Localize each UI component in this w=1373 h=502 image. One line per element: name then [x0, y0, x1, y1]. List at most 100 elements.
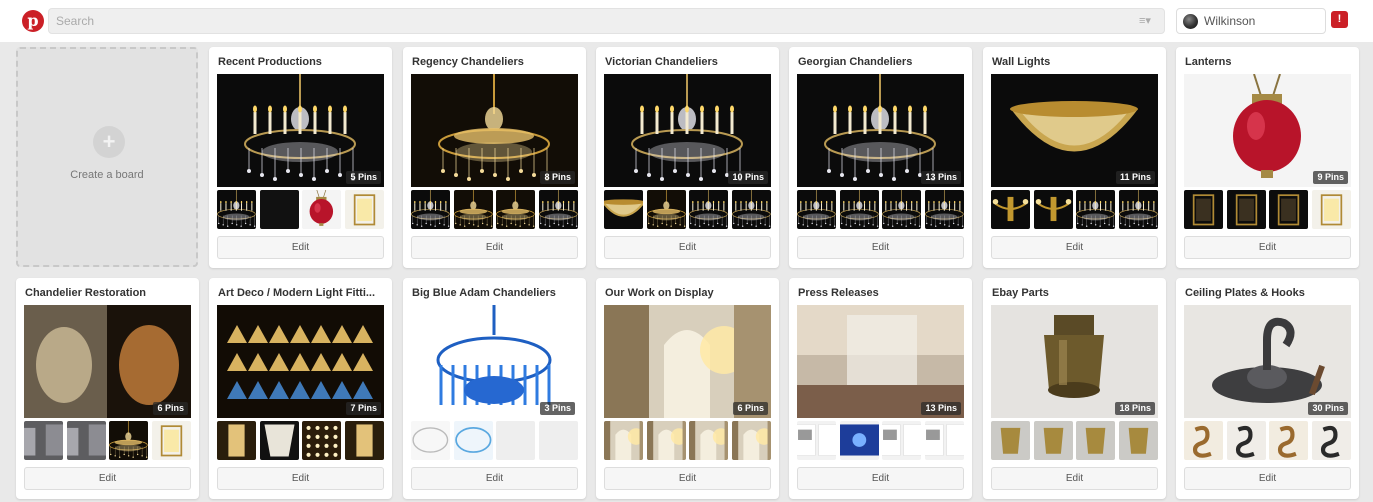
board-thumbnail[interactable]: [217, 190, 256, 229]
board-card[interactable]: Art Deco / Modern Light Fitti... 7 Pins Ed…: [209, 278, 392, 499]
board-thumbnail[interactable]: [924, 190, 964, 229]
board-thumbnail[interactable]: [1184, 421, 1223, 460]
board-cover-image[interactable]: 3 Pins: [411, 305, 578, 418]
edit-board-button[interactable]: Edit: [604, 236, 771, 259]
board-thumbnail[interactable]: [924, 421, 964, 460]
board-thumbnail[interactable]: [839, 421, 879, 460]
board-title[interactable]: Ceiling Plates & Hooks: [1185, 287, 1345, 299]
board-thumbnail[interactable]: [1118, 421, 1158, 460]
search-input[interactable]: [49, 9, 1119, 33]
board-thumbnail[interactable]: [1269, 190, 1309, 229]
edit-board-button[interactable]: Edit: [604, 467, 771, 490]
board-thumbnail[interactable]: [496, 190, 536, 229]
board-card[interactable]: Chandelier Restoration 6 Pins Edit: [16, 278, 199, 499]
board-title[interactable]: Lanterns: [1185, 56, 1345, 68]
board-thumbnail[interactable]: [689, 190, 729, 229]
board-thumbnail[interactable]: [344, 421, 384, 460]
board-title[interactable]: Art Deco / Modern Light Fitti...: [218, 287, 378, 299]
board-thumbnail[interactable]: [217, 421, 256, 460]
board-cover-image[interactable]: 10 Pins: [604, 74, 771, 187]
board-cover-image[interactable]: 11 Pins: [991, 74, 1158, 187]
board-thumbnail[interactable]: [604, 421, 643, 460]
board-thumbnail[interactable]: [839, 190, 879, 229]
board-card[interactable]: Lanterns 9 Pins Edit: [1176, 47, 1359, 268]
board-thumbnail[interactable]: [646, 190, 686, 229]
board-thumbnail[interactable]: [646, 421, 686, 460]
board-thumbnail[interactable]: [302, 190, 342, 229]
board-thumbnail[interactable]: [882, 421, 922, 460]
board-card[interactable]: Ebay Parts 18 Pins Edit: [983, 278, 1166, 499]
board-thumbnail[interactable]: [1076, 190, 1116, 229]
board-thumbnail[interactable]: [259, 421, 299, 460]
board-cover-image[interactable]: 6 Pins: [24, 305, 191, 418]
board-thumbnail[interactable]: [1311, 421, 1351, 460]
board-thumbnail[interactable]: [453, 421, 493, 460]
board-title[interactable]: Our Work on Display: [605, 287, 765, 299]
board-title[interactable]: Regency Chandeliers: [412, 56, 572, 68]
board-thumbnail[interactable]: [151, 421, 191, 460]
board-cover-image[interactable]: 5 Pins: [217, 74, 384, 187]
board-cover-image[interactable]: 18 Pins: [991, 305, 1158, 418]
edit-board-button[interactable]: Edit: [991, 236, 1158, 259]
board-thumbnail[interactable]: [109, 421, 149, 460]
board-title[interactable]: Press Releases: [798, 287, 958, 299]
board-thumbnail[interactable]: [411, 190, 450, 229]
board-title[interactable]: Georgian Chandeliers: [798, 56, 958, 68]
edit-board-button[interactable]: Edit: [1184, 467, 1351, 490]
board-thumbnail[interactable]: [302, 421, 342, 460]
pinterest-logo-icon[interactable]: p: [22, 10, 44, 32]
board-card[interactable]: Press Releases 13 Pins Edit: [789, 278, 972, 499]
board-thumbnail[interactable]: [604, 190, 643, 229]
board-thumbnail[interactable]: [882, 190, 922, 229]
edit-board-button[interactable]: Edit: [411, 467, 578, 490]
board-thumbnail[interactable]: [1184, 190, 1223, 229]
board-thumbnail[interactable]: [1311, 190, 1351, 229]
edit-board-button[interactable]: Edit: [1184, 236, 1351, 259]
board-thumbnail[interactable]: [538, 190, 578, 229]
board-thumbnail[interactable]: [1226, 421, 1266, 460]
board-thumbnail[interactable]: [66, 421, 106, 460]
board-cover-image[interactable]: 30 Pins: [1184, 305, 1351, 418]
board-cover-image[interactable]: 7 Pins: [217, 305, 384, 418]
board-cover-image[interactable]: 13 Pins: [797, 305, 964, 418]
board-card[interactable]: Recent Productions 5 Pins Edit: [209, 47, 392, 268]
board-card[interactable]: Victorian Chandeliers 10 Pins Edit: [596, 47, 779, 268]
edit-board-button[interactable]: Edit: [217, 236, 384, 259]
board-cover-image[interactable]: 9 Pins: [1184, 74, 1351, 187]
board-thumbnail[interactable]: [991, 421, 1030, 460]
edit-board-button[interactable]: Edit: [217, 467, 384, 490]
board-thumbnail[interactable]: [538, 421, 578, 460]
board-title[interactable]: Wall Lights: [992, 56, 1152, 68]
board-thumbnail[interactable]: [731, 190, 771, 229]
board-title[interactable]: Recent Productions: [218, 56, 378, 68]
board-card[interactable]: Ceiling Plates & Hooks 30 Pins Edit: [1176, 278, 1359, 499]
board-thumbnail[interactable]: [496, 421, 536, 460]
create-board-button[interactable]: + Create a board: [16, 47, 198, 267]
board-thumbnail[interactable]: [1118, 190, 1158, 229]
board-thumbnail[interactable]: [797, 421, 836, 460]
board-title[interactable]: Big Blue Adam Chandeliers: [412, 287, 572, 299]
menu-icon[interactable]: ≡▾: [1132, 14, 1158, 28]
board-thumbnail[interactable]: [1269, 421, 1309, 460]
board-title[interactable]: Chandelier Restoration: [25, 287, 185, 299]
edit-board-button[interactable]: Edit: [411, 236, 578, 259]
board-card[interactable]: Our Work on Display 6 Pins Edit: [596, 278, 779, 499]
board-thumbnail[interactable]: [1226, 190, 1266, 229]
board-cover-image[interactable]: 6 Pins: [604, 305, 771, 418]
board-title[interactable]: Victorian Chandeliers: [605, 56, 765, 68]
board-thumbnail[interactable]: [731, 421, 771, 460]
board-thumbnail[interactable]: [24, 421, 63, 460]
board-title[interactable]: Ebay Parts: [992, 287, 1152, 299]
board-thumbnail[interactable]: [411, 421, 450, 460]
board-card[interactable]: Georgian Chandeliers 13 Pins Edit: [789, 47, 972, 268]
edit-board-button[interactable]: Edit: [991, 467, 1158, 490]
edit-board-button[interactable]: Edit: [24, 467, 191, 490]
board-thumbnail[interactable]: [797, 190, 836, 229]
board-card[interactable]: Regency Chandeliers 8 Pins Edit: [403, 47, 586, 268]
board-thumbnail[interactable]: [259, 190, 299, 229]
edit-board-button[interactable]: Edit: [797, 236, 964, 259]
board-card[interactable]: Wall Lights 11 Pins Edit: [983, 47, 1166, 268]
edit-board-button[interactable]: Edit: [797, 467, 964, 490]
board-card[interactable]: Big Blue Adam Chandeliers 3 Pins Edit: [403, 278, 586, 499]
notification-icon[interactable]: !: [1331, 11, 1348, 28]
